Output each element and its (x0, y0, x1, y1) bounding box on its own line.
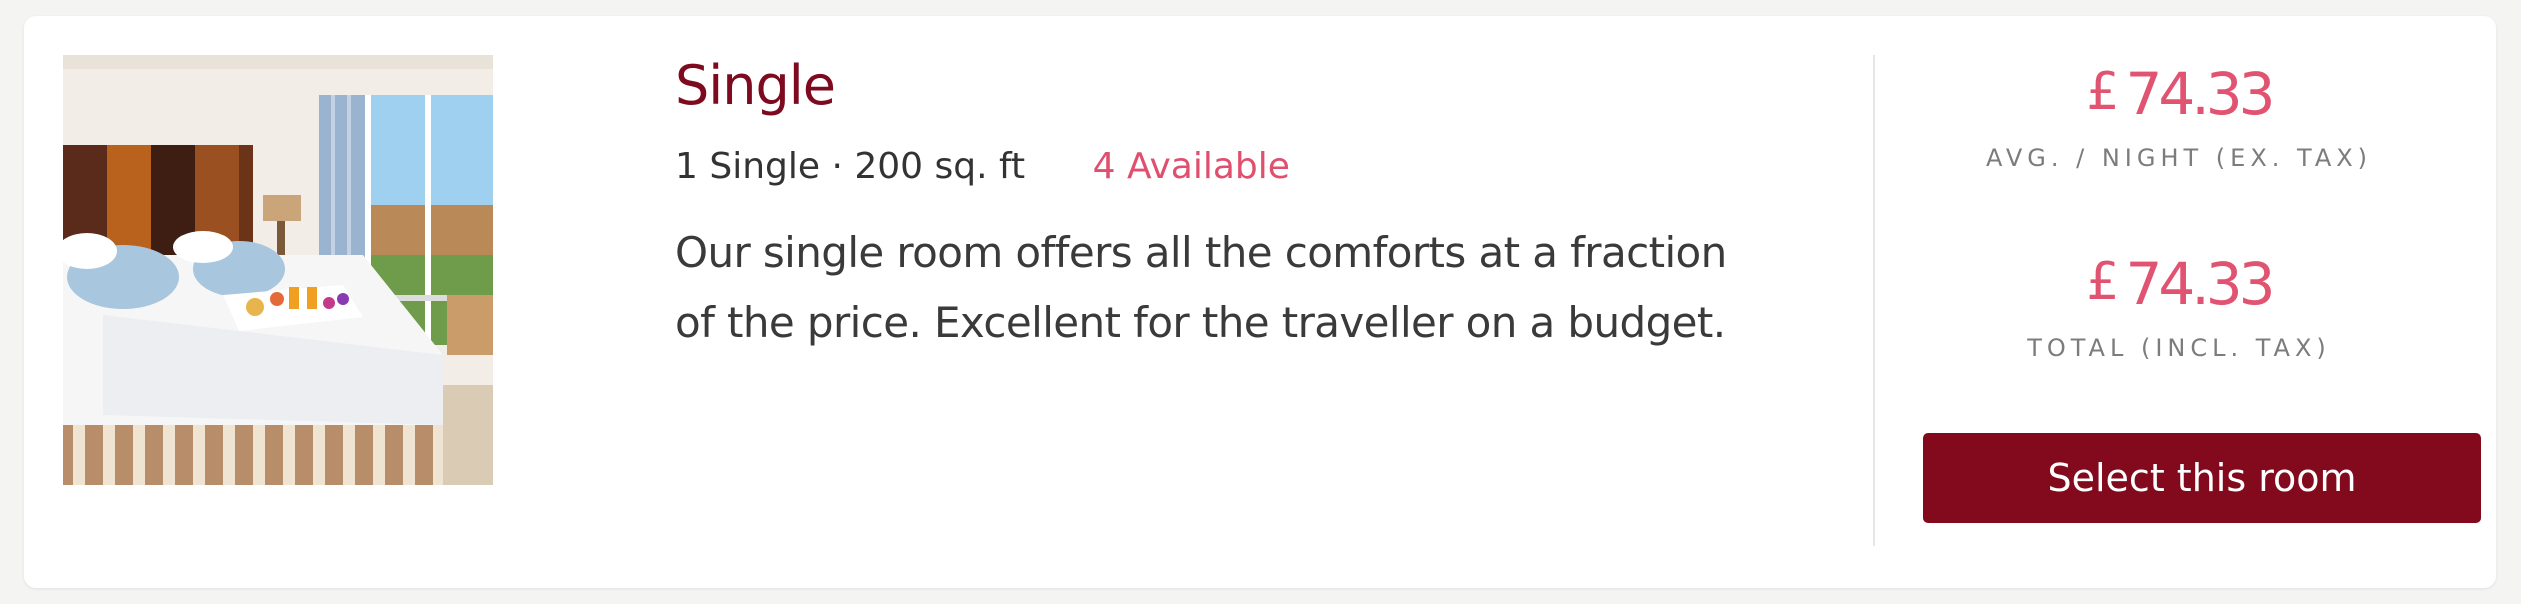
total-amount: 74.33 (2125, 250, 2276, 318)
avg-night-price: £74.33 (1899, 54, 2459, 149)
currency-symbol: £ (2086, 252, 2120, 312)
total-price: £74.33 (1899, 244, 2459, 339)
currency-symbol: £ (2086, 62, 2120, 122)
room-info: Single 1 Single · 200 sq. ft 4 Available… (675, 50, 1775, 358)
room-details: 1 Single · 200 sq. ft (675, 146, 1026, 187)
room-title[interactable]: Single (675, 50, 1775, 122)
room-card: Single 1 Single · 200 sq. ft 4 Available… (24, 16, 2496, 588)
divider (1873, 55, 1875, 546)
avg-night-amount: 74.33 (2125, 60, 2276, 128)
total-label: TOTAL (INCL. TAX) (2027, 334, 2331, 362)
room-meta: 1 Single · 200 sq. ft 4 Available (675, 142, 1775, 192)
select-room-button[interactable]: Select this room (1923, 433, 2481, 523)
avg-night-label: AVG. / NIGHT (EX. TAX) (1985, 144, 2373, 172)
room-description: Our single room offers all the comforts … (675, 228, 1727, 347)
room-photo[interactable] (63, 55, 493, 485)
availability-badge: 4 Available (1092, 146, 1290, 187)
